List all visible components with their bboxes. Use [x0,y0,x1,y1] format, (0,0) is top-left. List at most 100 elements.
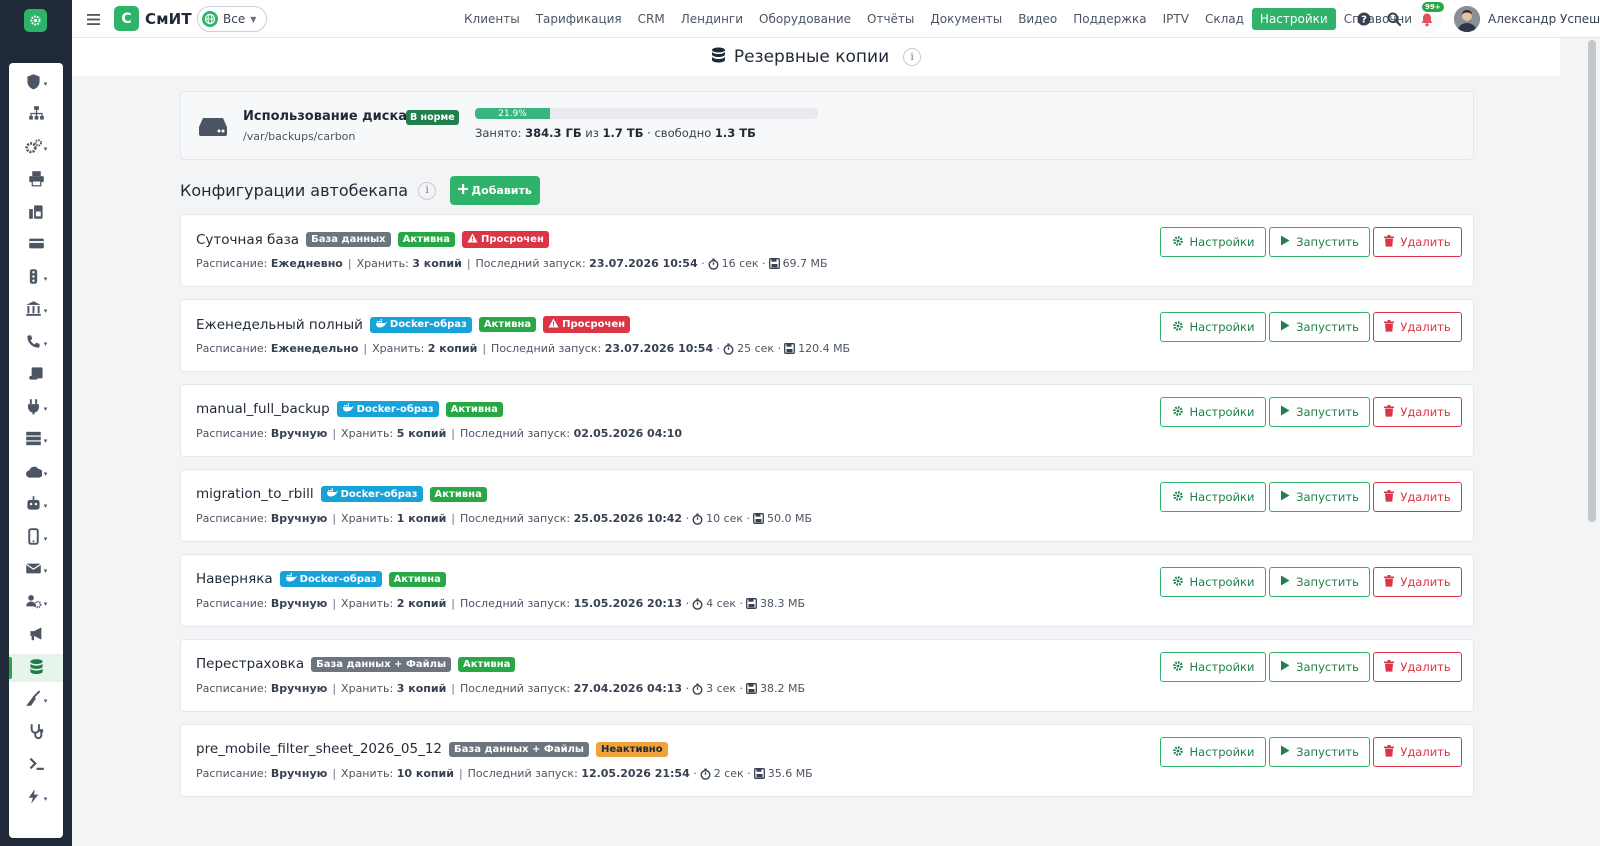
last-run-value: 23.07.2026 10:54 [604,342,714,355]
fax-icon [28,203,45,224]
nav-item[interactable]: Оборудование [751,8,859,30]
delete-button[interactable]: Удалить [1373,227,1462,257]
add-backup-button[interactable]: Добавить [450,176,541,205]
sidebar-item-call[interactable]: ▾ [9,329,63,357]
keep-value: 1 копий [396,512,447,525]
mobile-icon [25,527,42,549]
docker-icon [342,403,354,415]
run-button[interactable]: Запустить [1269,397,1370,427]
chevron-down-icon: ▾ [43,534,48,543]
settings-button[interactable]: Настройки [1160,482,1266,512]
run-button[interactable]: Запустить [1269,482,1370,512]
backup-type-badge: База данных [306,232,391,247]
nav-item[interactable]: Поддержка [1065,8,1154,30]
sidebar-item-sitemap[interactable] [9,102,63,130]
sidebar-item-terminal[interactable] [9,752,63,780]
nav-item[interactable]: Видео [1010,8,1065,30]
settings-button[interactable]: Настройки [1160,397,1266,427]
page-header: Резервные копии i [72,38,1560,76]
sidebar-item-cloud[interactable]: ▾ [9,459,63,487]
sidebar-item-credit-card[interactable] [9,232,63,260]
brand-name: СмИТ [145,9,192,28]
user-avatar[interactable] [1454,6,1480,32]
overdue-label: Просрочен [562,319,626,330]
delete-button[interactable]: Удалить [1373,397,1462,427]
sidebar-item-scroll[interactable] [9,362,63,390]
help-icon[interactable]: ? [1352,7,1376,31]
stopwatch-icon [692,598,703,610]
run-button[interactable]: Запустить [1269,737,1370,767]
warning-icon [467,233,478,246]
delete-button[interactable]: Удалить [1373,567,1462,597]
backup-meta: Расписание: Еженедельно | Хранить: 2 копий… [196,342,851,355]
schedule-label: Расписание: [196,512,268,525]
nav-item[interactable]: Документы [922,8,1010,30]
scrollbar-thumb[interactable] [1588,40,1596,522]
keep-label: Хранить: [341,597,394,610]
backup-type-label: База данных + Файлы [454,743,584,755]
run-button[interactable]: Запустить [1269,567,1370,597]
delete-button-label: Удалить [1400,575,1451,589]
backup-config-list: Суточная база База данных Активна Просрочен… [180,214,1474,809]
backup-meta: Расписание: Ежедневно | Хранить: 3 копий | П… [196,257,828,270]
backup-meta: Расписание: Вручную | Хранить: 1 копий | Пос… [196,512,813,525]
section-info-icon[interactable]: i [418,181,437,200]
database-icon [28,658,45,679]
nav-item[interactable]: Отчёты [859,8,922,30]
delete-button[interactable]: Удалить [1373,652,1462,682]
nav-item[interactable]: Настройки [1251,8,1336,30]
sidebar-item-stethoscope[interactable] [9,719,63,747]
sidebar-item-megaphone[interactable] [9,622,63,650]
nav-item[interactable]: Тарификация [528,8,630,30]
nav-item[interactable]: Лендинги [673,8,751,30]
notifications-bell-icon[interactable]: 99+ [1412,2,1444,34]
settings-button[interactable]: Настройки [1160,227,1266,257]
settings-button[interactable]: Настройки [1160,567,1266,597]
sidebar-item-server[interactable]: ▾ [9,427,63,455]
disk-usage-title: Использование диска [243,109,408,124]
sidebar-item-broom[interactable]: ▾ [9,687,63,715]
sidebar-item-print[interactable] [9,167,63,195]
settings-button[interactable]: Настройки [1160,312,1266,342]
sidebar-item-mobile[interactable]: ▾ [9,524,63,552]
run-button[interactable]: Запустить [1269,652,1370,682]
app-gear-logo-icon[interactable] [24,9,47,32]
delete-button[interactable]: Удалить [1373,737,1462,767]
sidebar-item-bank[interactable]: ▾ [9,297,63,325]
delete-button[interactable]: Удалить [1373,482,1462,512]
sidebar-item-users-cog[interactable]: ▾ [9,589,63,617]
sidebar-item-envelope[interactable]: ▾ [9,557,63,585]
sidebar-item-robot[interactable]: ▾ [9,492,63,520]
hamburger-menu-icon[interactable] [84,10,102,28]
page-info-icon[interactable]: i [903,48,922,66]
delete-button[interactable]: Удалить [1373,312,1462,342]
sidebar-item-traffic-light[interactable]: ▾ [9,264,63,292]
nav-item[interactable]: CRM [630,8,673,30]
scope-selector[interactable]: Все ▼ [197,6,268,32]
sidebar-item-shield[interactable]: ▾ [9,69,63,97]
brand[interactable]: С СмИТ [114,6,192,31]
size-value: 50.0 МБ [767,512,813,525]
schedule-label: Расписание: [196,767,268,780]
user-name[interactable]: Александр Успешный [1488,12,1600,26]
nav-item[interactable]: Склад [1197,8,1252,30]
nav-item[interactable]: IPTV [1155,8,1197,30]
sidebar-item-plug[interactable]: ▾ [9,394,63,422]
sidebar-item-cogs[interactable]: ▾ [9,134,63,162]
sidebar-item-fax[interactable] [9,199,63,227]
backup-type-label: Docker-образ [356,403,434,415]
nav-item[interactable]: Клиенты [456,8,528,30]
play-icon [1280,745,1290,759]
trash-icon [1384,234,1395,250]
run-button[interactable]: Запустить [1269,312,1370,342]
run-button[interactable]: Запустить [1269,227,1370,257]
keep-label: Хранить: [372,342,425,355]
settings-button[interactable]: Настройки [1160,652,1266,682]
search-icon[interactable] [1382,7,1406,31]
sidebar-item-database[interactable] [9,654,63,682]
play-icon [1280,405,1290,419]
disk-usage-panel: Использование диска В норме /var/backups… [180,91,1474,160]
sidebar-item-bolt[interactable]: ▾ [9,784,63,812]
settings-button[interactable]: Настройки [1160,737,1266,767]
keep-value: 10 копий [396,767,454,780]
